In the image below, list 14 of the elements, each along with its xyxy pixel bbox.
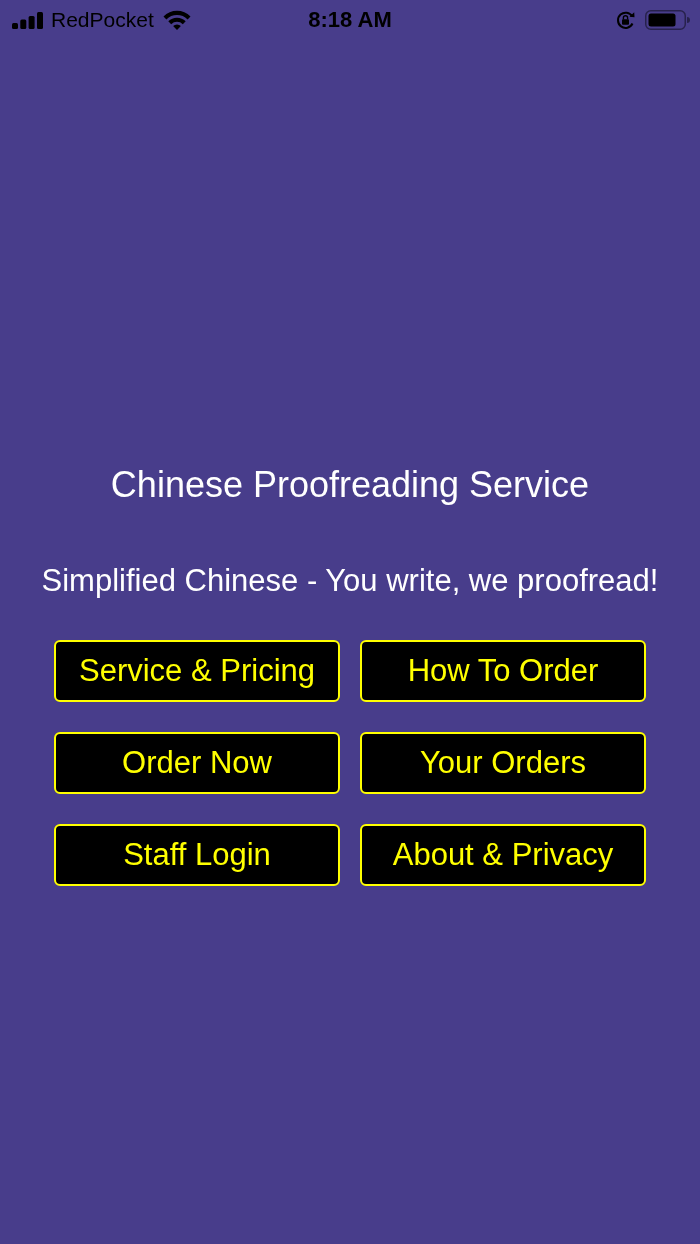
status-time: 8:18 AM	[308, 8, 392, 32]
menu-button[interactable]: About & Privacy	[360, 824, 646, 886]
app-subtitle: Simplified Chinese - You write, we proofread!	[41, 562, 659, 600]
wifi-icon	[162, 10, 191, 30]
rotation-lock-icon	[615, 9, 636, 31]
signal-icon	[12, 11, 43, 29]
menu-button[interactable]: Staff Login	[54, 824, 340, 886]
menu-button[interactable]: Your Orders	[360, 732, 646, 794]
menu-button[interactable]: Order Now	[54, 732, 340, 794]
carrier-name: RedPocket	[51, 8, 154, 32]
menu-button[interactable]: How To Order	[360, 640, 646, 702]
battery-icon	[645, 10, 690, 30]
app-title: Chinese Proofreading Service	[110, 464, 590, 506]
menu-button[interactable]: Service & Pricing	[54, 640, 340, 702]
